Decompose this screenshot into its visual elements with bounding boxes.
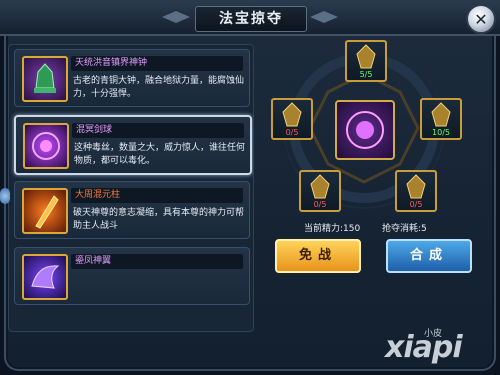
fragment-slot-lower-left[interactable]: 0/5 xyxy=(299,170,341,212)
right-ornament-icon xyxy=(310,11,338,23)
fragment-icon xyxy=(406,174,426,199)
fragment-count: 5/5 xyxy=(359,70,373,79)
fragment-count: 0/5 xyxy=(313,200,327,209)
left-ornament-icon xyxy=(162,11,190,23)
fragment-icon xyxy=(282,102,302,127)
treasure-list[interactable]: 天统洪音镇界神钟 古老的青铜大钟，融合地狱力量，能腐蚀仙力，十分强悍。 混冥剑球… xyxy=(8,44,254,332)
cost-label: 抢夺消耗:5 xyxy=(382,224,427,234)
purple-orb-icon xyxy=(23,123,69,169)
fragment-icon xyxy=(356,44,376,69)
fragment-count: 10/5 xyxy=(432,128,450,137)
treasure-item-pillar[interactable]: 大周混元柱 破天神尊的意志凝缩，具有本尊的神力可帮助主人战斗 xyxy=(14,181,250,239)
fragment-icon xyxy=(431,102,451,127)
treasure-desc: 古老的青铜大钟，融合地狱力量，能腐蚀仙力，十分强悍。 xyxy=(73,76,245,99)
fragment-count: 0/5 xyxy=(285,128,299,137)
fragment-icon xyxy=(310,174,330,199)
purple-orb-icon xyxy=(346,111,384,149)
fragment-slot-top[interactable]: 5/5 xyxy=(345,40,387,82)
treasure-name: 混冥剑球 xyxy=(72,123,244,138)
treasure-name: 大周混元柱 xyxy=(71,188,243,203)
treasure-desc: 破天神尊的意志凝缩，具有本尊的神力可帮助主人战斗 xyxy=(73,208,245,231)
fragment-count: 0/5 xyxy=(409,200,423,209)
treasure-name: 鎏凤神翼 xyxy=(71,254,243,269)
center-treasure-slot[interactable] xyxy=(335,100,395,160)
watermark-logo: xiapi xyxy=(385,330,463,365)
treasure-name: 天统洪音镇界神钟 xyxy=(71,56,243,71)
fragment-slot-upper-left[interactable]: 0/5 xyxy=(271,98,313,140)
scroll-knob[interactable] xyxy=(0,188,10,204)
energy-label: 当前精力:150 xyxy=(304,224,361,234)
close-icon: ✕ xyxy=(474,9,488,29)
treasure-item-wing[interactable]: 鎏凤神翼 xyxy=(14,247,250,305)
combine-button[interactable]: 合成 xyxy=(386,239,472,273)
free-battle-button[interactable]: 免战 xyxy=(275,239,361,273)
window-title: 法宝掠夺 xyxy=(195,6,307,32)
treasure-desc: 这种毒丝，数量之大，威力惊人，谁往任何物质，都可以毒化。 xyxy=(74,143,246,166)
fragment-slot-upper-right[interactable]: 10/5 xyxy=(420,98,462,140)
fragment-slot-lower-right[interactable]: 0/5 xyxy=(395,170,437,212)
golden-pillar-icon xyxy=(22,188,68,234)
phoenix-wing-icon xyxy=(22,254,68,300)
bell-icon xyxy=(22,56,68,102)
treasure-item-bell[interactable]: 天统洪音镇界神钟 古老的青铜大钟，融合地狱力量，能腐蚀仙力，十分强悍。 xyxy=(14,49,250,107)
treasure-item-sword-orb[interactable]: 混冥剑球 这种毒丝，数量之大，威力惊人，谁往任何物质，都可以毒化。 xyxy=(14,115,252,175)
